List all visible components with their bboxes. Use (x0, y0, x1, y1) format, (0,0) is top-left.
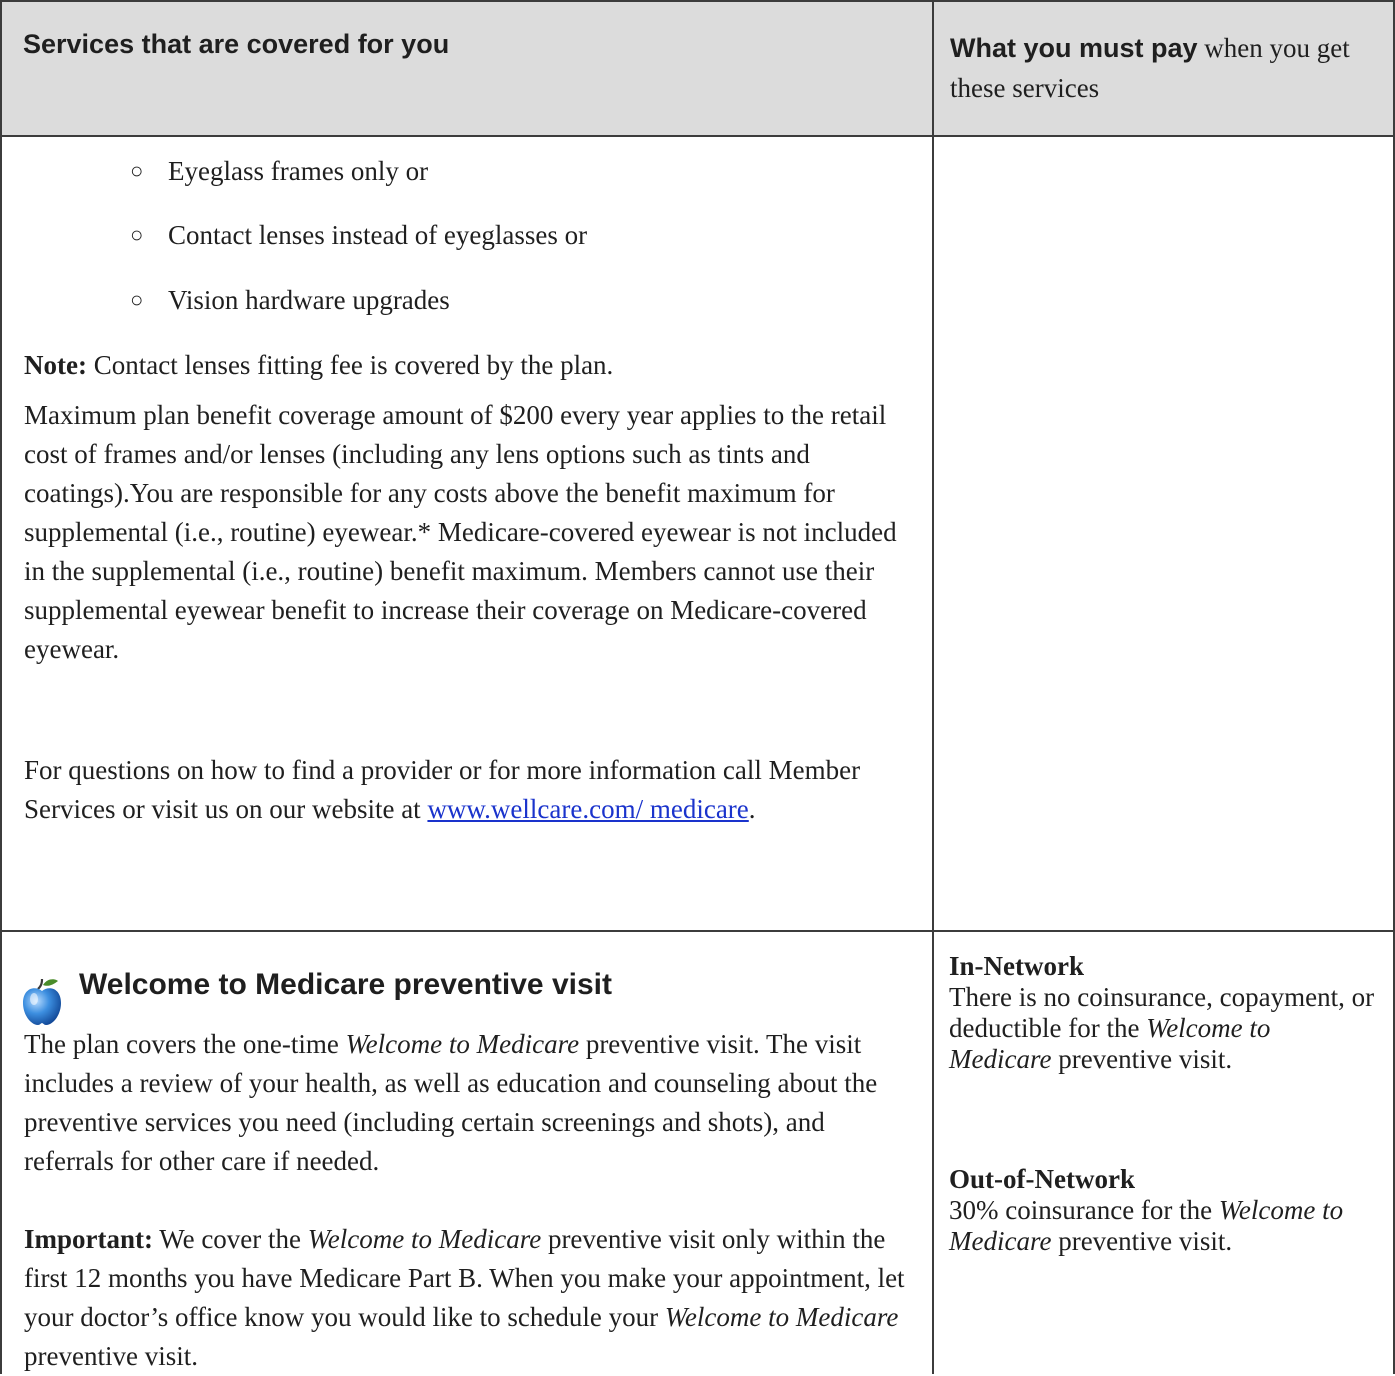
questions-end: . (748, 794, 756, 824)
apple-icon (23, 978, 61, 1025)
text-span: 30% coinsurance for the (949, 1195, 1219, 1225)
in-network-label: In-Network (949, 951, 1084, 981)
italic-text: Welcome to Medicare (307, 1224, 542, 1254)
important-label: Important: (24, 1224, 153, 1254)
list-item-text: Vision hardware upgrades (168, 285, 450, 315)
bullet-circle-icon: ○ (130, 287, 144, 312)
list-item-text: Contact lenses instead of eyeglasses or (168, 220, 588, 250)
text-span: preventive visit. (1051, 1226, 1233, 1256)
row-divider (0, 930, 1395, 932)
header-payment-bold: What you must pay (950, 33, 1198, 63)
out-of-network-cost: Out-of-Network 30% coinsurance for the W… (949, 1164, 1379, 1257)
in-network-cost: In-Network There is no coinsurance, copa… (949, 951, 1379, 1075)
text-span: The plan covers the one-time (24, 1029, 346, 1059)
out-of-network-label: Out-of-Network (949, 1164, 1135, 1194)
welcome-description: The plan covers the one-time Welcome to … (24, 1025, 914, 1181)
welcome-important: Important: We cover the Welcome to Medic… (24, 1220, 914, 1376)
note-paragraph: Note: Contact lenses fitting fee is cove… (24, 346, 904, 385)
in-network-text: There is no coinsurance, copayment, or d… (949, 982, 1379, 1075)
website-link[interactable]: www.wellcare.com/ medicare (427, 794, 748, 824)
bullet-circle-icon: ○ (130, 158, 144, 183)
text-span: preventive visit. (1051, 1044, 1233, 1074)
table-border-left (0, 0, 2, 1374)
note-text: Contact lenses fitting fee is covered by… (86, 350, 614, 380)
table-header: Services that are covered for you What y… (1, 1, 1394, 136)
header-divider (0, 135, 1395, 137)
welcome-visit-title: Welcome to Medicare preventive visit (79, 968, 612, 1001)
bullet-circle-icon: ○ (130, 222, 144, 247)
header-services-title: Services that are covered for you (23, 29, 450, 59)
italic-text: Welcome to Medicare (345, 1029, 580, 1059)
out-of-network-text: 30% coinsurance for the Welcome to Medic… (949, 1195, 1379, 1257)
list-item-text: Eyeglass frames only or (168, 156, 429, 186)
table-border-top (0, 0, 1395, 2)
max-benefit-paragraph: Maximum plan benefit coverage amount of … (24, 400, 897, 664)
questions-paragraph: For questions on how to find a provider … (24, 751, 904, 829)
italic-text: Welcome to Medicare (664, 1302, 899, 1332)
text-span: We cover the (153, 1224, 308, 1254)
header-payment-title: What you must pay when you get these ser… (950, 28, 1370, 108)
column-divider (932, 0, 934, 1374)
benefits-table: Services that are covered for you What y… (0, 0, 1395, 1374)
text-span: preventive visit. (24, 1341, 198, 1371)
note-label: Note: (24, 350, 87, 380)
